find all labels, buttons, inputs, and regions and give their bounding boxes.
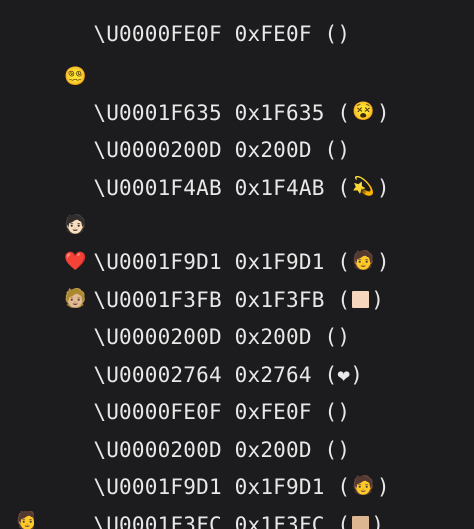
codepoint-line: \U0000FE0F 0xFE0F () <box>93 400 351 424</box>
hex-text: 0x1F3FC <box>234 513 325 529</box>
hex-text: 0xFE0F <box>234 22 312 46</box>
terminal-output[interactable]: \U0000FE0F 0xFE0F () 😵‍💫 \U0001F635 0x1F… <box>0 0 474 529</box>
codepoint-line: \U0001F9D1 0x1F9D1 (🧑) <box>93 250 390 274</box>
codepoint-line: \U0000200D 0x200D () <box>93 325 351 349</box>
codepoint-line: \U0000200D 0x200D () <box>93 438 351 462</box>
escape-text: \U0001F3FC <box>93 513 222 529</box>
escape-text: \U0001F4AB <box>93 176 222 200</box>
person-emoji-icon: 🧑 <box>16 511 34 529</box>
emoji-line: 😵‍💫 <box>14 22 89 85</box>
codepoint-line: \U0000200D 0x200D () <box>93 138 351 162</box>
codepoint-line: \U0001F3FB 0x1F3FB () <box>93 288 385 312</box>
medium-light-skin-tone-swatch-icon <box>352 515 370 529</box>
light-skin-tone-swatch-icon <box>352 290 370 308</box>
emoji-line: 🧑 <box>14 511 34 529</box>
escape-text: \U0000FE0F <box>93 22 222 46</box>
codepoint-line: \U00002764 0x2764 (❤) <box>93 363 364 387</box>
hex-text: 0x1F4AB <box>234 176 325 200</box>
codepoint-line: \U0001F4AB 0x1F4AB (💫) <box>93 176 390 200</box>
codepoint-line: \U0001F9D1 0x1F9D1 (🧑) <box>93 475 390 499</box>
codepoint-line: \U0001F3FC 0x1F3FC () <box>42 470 384 529</box>
codepoint-line: \U0000FE0F 0xFE0F () <box>93 22 351 46</box>
codepoint-line: \U0001F635 0x1F635 (😵) <box>93 101 390 125</box>
dizzy-emoji-icon: 💫 <box>352 176 375 197</box>
emoji-line: 🧑🏻 ❤️ 🧑🏼 <box>14 170 89 307</box>
face-with-crossed-eyes-emoji-icon: 😵 <box>352 101 375 122</box>
